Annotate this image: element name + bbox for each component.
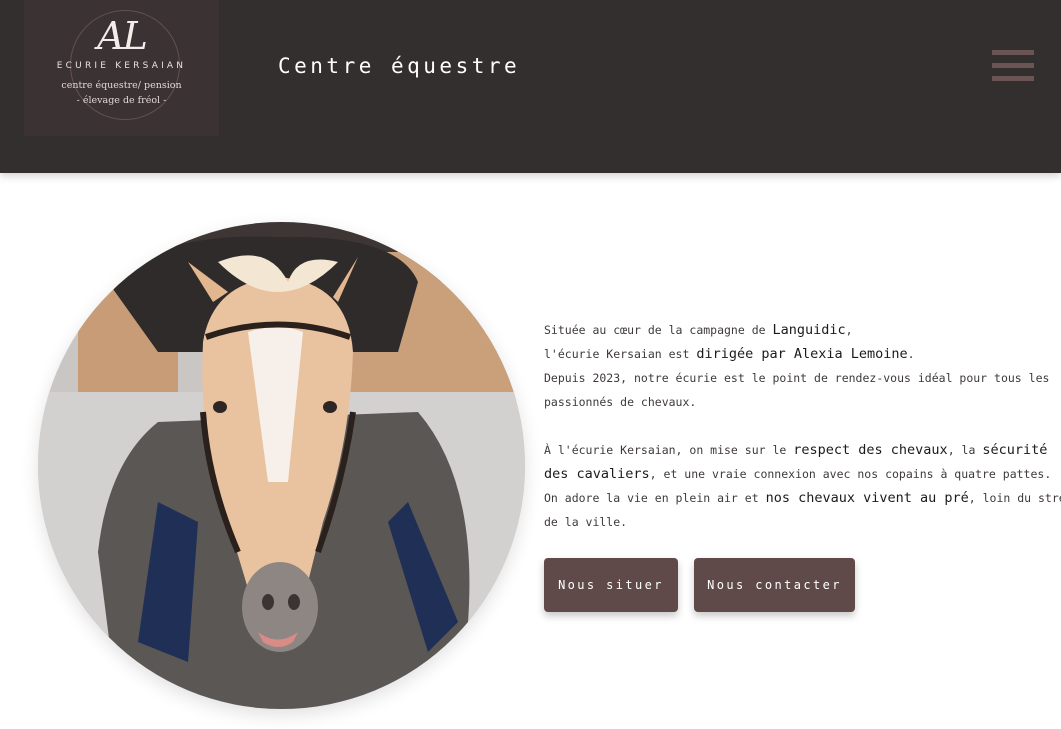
text-line: On adore la vie en plein air et nos chev… — [544, 490, 1061, 506]
horse-illustration — [38, 222, 525, 709]
highlight-pasture: nos chevaux vivent au pré — [765, 490, 969, 506]
text-line: de la ville. — [544, 515, 628, 529]
horse-photo — [38, 222, 525, 709]
highlight-riders: des cavaliers — [544, 466, 650, 482]
text-line: Depuis 2023, notre écurie est le point d… — [544, 371, 1050, 385]
text-line: passionnés de chevaux. — [544, 395, 697, 409]
page-title: Centre équestre — [278, 54, 521, 78]
highlight-safety: sécurité — [982, 442, 1048, 458]
site-header: AL ECURIE KERSAIAN centre équestre/ pens… — [0, 0, 1061, 173]
hamburger-menu-icon[interactable] — [992, 50, 1034, 82]
logo-subtitle-1: centre équestre/ pension — [61, 80, 182, 91]
highlight-location: Languidic — [772, 322, 846, 338]
contact-us-button[interactable]: Nous contacter — [694, 558, 855, 612]
menu-bar — [992, 50, 1034, 55]
logo-name: ECURIE KERSAIAN — [56, 61, 187, 71]
site-logo[interactable]: AL ECURIE KERSAIAN centre équestre/ pens… — [24, 0, 219, 136]
intro-paragraph-2: À l'écurie Kersaian, on mise sur le resp… — [544, 438, 1061, 534]
text-line: À l'écurie Kersaian, on mise sur le resp… — [544, 442, 1048, 458]
intro-paragraph-1: Située au cœur de la campagne de Languid… — [544, 318, 1050, 414]
menu-bar — [992, 76, 1034, 81]
text-line: l'écurie Kersaian est dirigée par Alexia… — [544, 346, 915, 362]
text-line: Située au cœur de la campagne de Languid… — [544, 322, 853, 338]
locate-us-button[interactable]: Nous situer — [544, 558, 678, 612]
menu-bar — [992, 63, 1034, 68]
highlight-respect: respect des chevaux — [793, 442, 948, 458]
intro-text: Située au cœur de la campagne de Languid… — [544, 318, 1061, 534]
logo-subtitle-2: - élevage de fréol - — [76, 95, 167, 106]
text-line: des cavaliers, et une vraie connexion av… — [544, 466, 1052, 482]
logo-monogram: AL — [97, 14, 148, 58]
highlight-director: dirigée par Alexia Lemoine — [696, 346, 908, 362]
